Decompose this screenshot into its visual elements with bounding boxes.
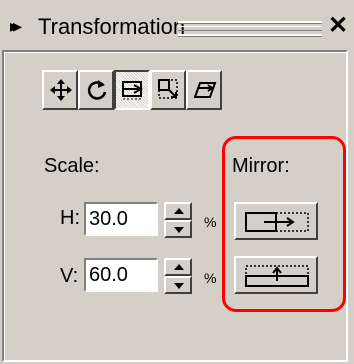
h-scale-decrease[interactable] [164, 220, 192, 238]
v-label: V: [60, 265, 79, 287]
v-scale-spinner[interactable] [164, 258, 192, 294]
h-scale-field[interactable] [84, 202, 158, 236]
h-scale-spinner[interactable] [164, 202, 192, 238]
down-arrow-icon [174, 283, 184, 289]
v-unit-label: % [204, 270, 217, 286]
h-label: H: [60, 207, 80, 229]
transformation-docker: ▸▸ Transformation ✕ Scale: H: 30.0 % V: … [0, 0, 354, 364]
size-tool-button[interactable] [150, 70, 186, 110]
mirror-horizontal-icon [245, 212, 309, 232]
rotate-icon [87, 80, 107, 100]
close-icon[interactable]: ✕ [326, 12, 350, 40]
scale-label: Scale: [44, 155, 100, 177]
down-arrow-icon [174, 227, 184, 233]
h-scale-input[interactable] [87, 205, 155, 233]
v-scale-input[interactable] [87, 261, 155, 289]
move-arrows-icon [50, 79, 72, 101]
window-title: Transformation [38, 14, 186, 39]
mirror-label: Mirror: [232, 155, 290, 177]
v-scale-increase[interactable] [164, 258, 192, 276]
scale-mirror-tool-button[interactable] [114, 70, 150, 110]
skew-tool-button[interactable] [186, 70, 222, 110]
h-unit-label: % [204, 214, 217, 230]
title-grip[interactable] [178, 21, 322, 36]
rotate-tool-button[interactable] [78, 70, 114, 110]
double-chevron-right-icon[interactable]: ▸▸ [10, 16, 36, 36]
transform-toolbar [42, 70, 232, 112]
mirror-horizontal-button[interactable] [234, 202, 318, 240]
v-scale-decrease[interactable] [164, 276, 192, 294]
position-tool-button[interactable] [42, 70, 78, 110]
up-arrow-icon [174, 264, 184, 270]
mirror-vertical-button[interactable] [234, 256, 318, 294]
up-arrow-icon [174, 208, 184, 214]
title-bar[interactable]: ▸▸ Transformation ✕ [0, 0, 354, 50]
scale-mirror-icon [122, 81, 144, 100]
v-scale-field[interactable] [84, 258, 158, 292]
h-scale-increase[interactable] [164, 202, 192, 220]
mirror-vertical-icon [245, 265, 309, 287]
skew-icon [193, 82, 217, 98]
size-icon [158, 79, 178, 99]
